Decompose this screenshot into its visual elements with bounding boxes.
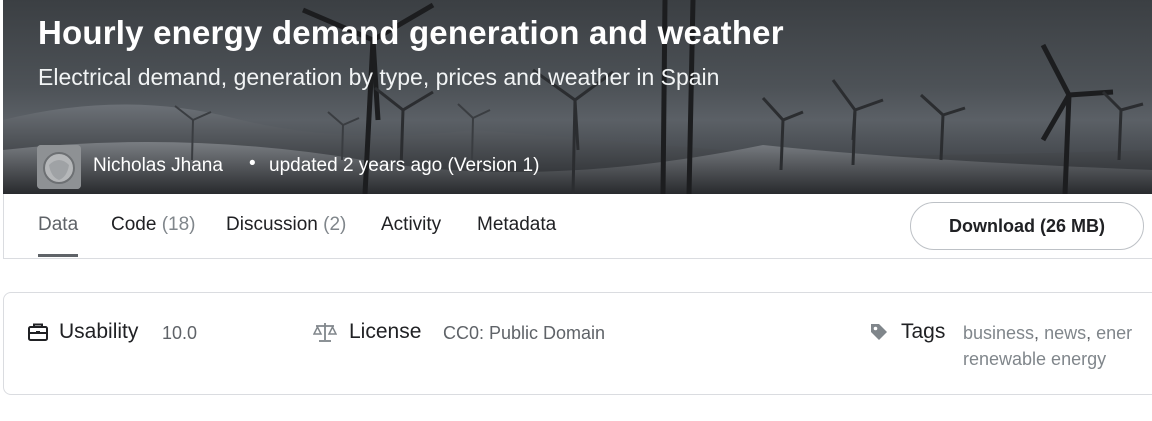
dataset-info-card: Usability 10.0 License CC0: Public Domai…	[3, 292, 1152, 395]
tag-energy-truncated[interactable]: ener	[1096, 323, 1132, 343]
license-value[interactable]: CC0: Public Domain	[443, 323, 605, 344]
tag-renewable-energy[interactable]: renewable energy	[963, 349, 1106, 369]
tag-separator: ,	[1034, 323, 1040, 343]
tag-business[interactable]: business	[963, 323, 1034, 343]
tab-code-count: (18)	[161, 214, 196, 235]
tag-icon	[871, 324, 887, 340]
author-name-link[interactable]: Nicholas Jhana	[93, 155, 223, 177]
tab-discussion-label: Discussion	[226, 214, 318, 235]
tab-discussion[interactable]: Discussion (2)	[226, 214, 346, 254]
tags-line-1: business, news, ener	[963, 323, 1132, 344]
dataset-tabs-bar: Data Code (18) Discussion (2) Activity M…	[3, 194, 1152, 259]
briefcase-icon	[28, 323, 48, 341]
usability-score: 10.0	[162, 323, 198, 343]
tab-data-label: Data	[38, 214, 79, 235]
tab-code[interactable]: Code (18)	[111, 214, 196, 254]
tag-news[interactable]: news	[1044, 323, 1086, 343]
tab-code-label: Code	[111, 214, 157, 235]
tab-metadata[interactable]: Metadata	[477, 214, 556, 254]
tag-separator: ,	[1086, 323, 1092, 343]
meta-separator-dot: •	[249, 153, 256, 174]
tab-activity-label: Activity	[381, 214, 442, 235]
avatar-image-icon	[37, 145, 81, 189]
license-label: License	[349, 320, 422, 343]
tab-data[interactable]: Data	[38, 214, 79, 257]
tags-label: Tags	[901, 320, 946, 343]
tab-discussion-count: (2)	[323, 214, 347, 235]
dataset-header-banner: Hourly energy demand generation and weat…	[3, 0, 1152, 194]
updated-version-text: updated 2 years ago (Version 1)	[269, 155, 540, 176]
tab-activity[interactable]: Activity	[381, 214, 441, 254]
download-button[interactable]: Download (26 MB)	[910, 202, 1144, 250]
author-avatar[interactable]	[37, 145, 81, 189]
scale-icon	[313, 323, 337, 342]
dataset-subtitle: Electrical demand, generation by type, p…	[38, 64, 720, 90]
dataset-title: Hourly energy demand generation and weat…	[38, 14, 784, 51]
tab-metadata-label: Metadata	[477, 214, 557, 235]
tags-line-2: renewable energy	[963, 349, 1106, 370]
usability-label: Usability	[59, 320, 139, 343]
